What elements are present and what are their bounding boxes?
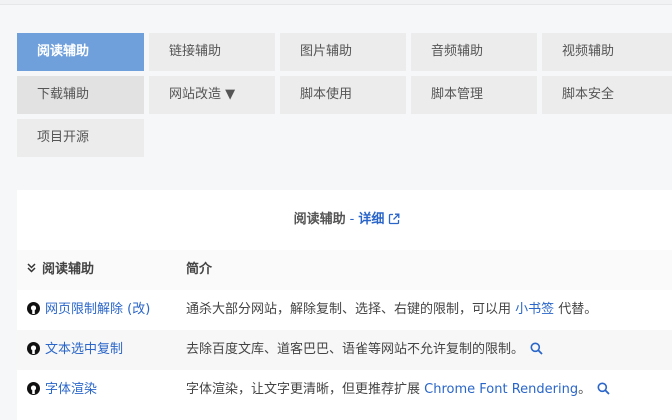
detail-link[interactable]: 详细: [358, 212, 384, 227]
desc-text: 字体渲染，让文字更清晰，但更推荐扩展: [186, 382, 425, 397]
table-row: 文本选中复制 去除百度文库、道客巴巴、语雀等网站不允许复制的限制。: [17, 330, 672, 370]
script-name: 文本选中复制: [45, 342, 124, 357]
desc-text-end: 。: [578, 382, 592, 397]
top-strip: [0, 0, 672, 5]
header-name[interactable]: 阅读辅助: [27, 250, 94, 290]
desc-text: 通杀大部分网站，解除复制、选择、右键的限制，可以用: [186, 302, 516, 317]
tab-open-source[interactable]: 项目开源: [17, 119, 144, 157]
panel-title: 阅读辅助: [293, 212, 346, 227]
table-row: 字体渲染 字体渲染，让文字更清晰，但更推荐扩展 Chrome Font Rend…: [17, 370, 672, 410]
tab-audio-assist[interactable]: 音频辅助: [411, 33, 537, 71]
double-chevron-down-icon[interactable]: [27, 250, 36, 290]
desc-text-end: 代替。: [554, 302, 598, 317]
table-row: 网页限制解除 (改) 通杀大部分网站，解除复制、选择、右键的限制，可以用 小书签…: [17, 290, 672, 330]
script-name: 网页限制解除 (改): [45, 302, 151, 317]
script-link[interactable]: 网页限制解除 (改): [27, 290, 150, 332]
content-panel: 阅读辅助 - 详细 阅读辅助 简介 网页限制解除 (改) 通杀大部分网站，解除复制、…: [17, 190, 672, 420]
tab-video-assist[interactable]: 视频辅助: [542, 33, 672, 71]
desc-text: 去除百度文库、道客巴巴、语雀等网站不允许复制的限制。: [186, 342, 525, 357]
script-link[interactable]: 字体渲染: [27, 370, 97, 412]
magnifier-icon[interactable]: [530, 332, 543, 372]
script-description: 去除百度文库、道客巴巴、语雀等网站不允许复制的限制。: [186, 330, 543, 372]
bookmarklet-link[interactable]: 小书签: [515, 302, 554, 317]
header-name-label: 阅读辅助: [42, 262, 95, 277]
script-description: 通杀大部分网站，解除复制、选择、右键的限制，可以用 小书签 代替。: [186, 290, 597, 330]
tab-reading-assist[interactable]: 阅读辅助: [17, 33, 144, 71]
tab-link-assist[interactable]: 链接辅助: [149, 33, 275, 71]
script-link[interactable]: 文本选中复制: [27, 330, 123, 372]
panel-header: 阅读辅助 - 详细: [17, 190, 672, 250]
tab-download-assist[interactable]: 下载辅助: [17, 76, 144, 114]
tab-script-management[interactable]: 脚本管理: [411, 76, 537, 114]
github-icon: [27, 372, 40, 412]
github-icon: [27, 292, 40, 332]
title-separator: -: [349, 212, 355, 227]
script-name: 字体渲染: [45, 382, 98, 397]
tab-script-usage[interactable]: 脚本使用: [280, 76, 406, 114]
tab-script-security[interactable]: 脚本安全: [542, 76, 672, 114]
table-header: 阅读辅助 简介: [17, 250, 672, 290]
extension-link[interactable]: Chrome Font Rendering: [424, 382, 578, 397]
tab-site-mods-dropdown[interactable]: 网站改造 ▼: [149, 76, 275, 114]
magnifier-icon[interactable]: [597, 372, 610, 412]
github-icon: [27, 332, 40, 372]
header-desc: 简介: [186, 262, 213, 277]
external-link-icon[interactable]: [388, 192, 400, 252]
script-description: 字体渲染，让文字更清晰，但更推荐扩展 Chrome Font Rendering…: [186, 370, 610, 412]
tab-image-assist[interactable]: 图片辅助: [280, 33, 406, 71]
